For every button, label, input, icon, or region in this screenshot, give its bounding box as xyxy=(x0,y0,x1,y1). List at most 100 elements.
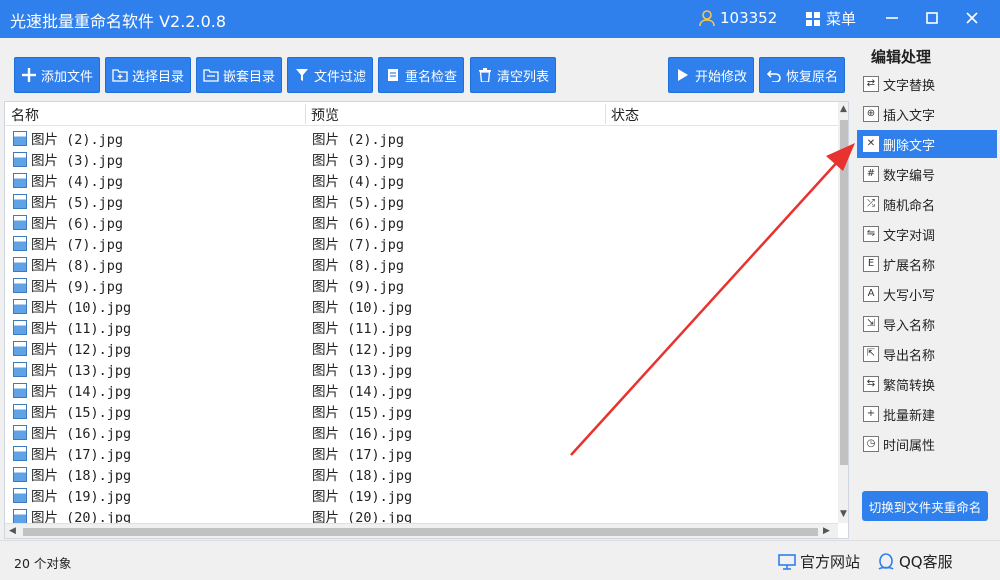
sidebar-item-case[interactable]: A 大写小写 xyxy=(857,280,997,308)
name-cell: 图片 (16).jpg xyxy=(13,422,131,442)
website-label: 官方网站 xyxy=(800,553,861,571)
vertical-scroll-thumb[interactable] xyxy=(840,120,848,465)
table-row[interactable]: 图片 (15).jpg 图片 (15).jpg xyxy=(5,400,838,421)
scroll-right-icon[interactable]: ▶ xyxy=(823,526,830,536)
restore-button[interactable]: 恢复原名 xyxy=(759,57,845,93)
preview-cell: 图片 (16).jpg xyxy=(312,422,412,442)
file-name: 图片 (2).jpg xyxy=(31,132,124,148)
name-cell: 图片 (4).jpg xyxy=(13,170,123,190)
table-row[interactable]: 图片 (5).jpg 图片 (5).jpg xyxy=(5,190,838,211)
image-file-icon xyxy=(13,277,27,293)
table-row[interactable]: 图片 (17).jpg 图片 (17).jpg xyxy=(5,442,838,463)
image-file-icon xyxy=(13,235,27,251)
maximize-icon xyxy=(926,12,938,24)
clear-list-button[interactable]: 清空列表 xyxy=(470,57,556,93)
preview-name: 图片 (11).jpg xyxy=(312,321,413,337)
preview-name: 图片 (5).jpg xyxy=(312,195,405,211)
file-list[interactable]: 名称 预览 状态 图片 (2).jpg 图片 (2).jpg 图片 (3).jpg 图… xyxy=(4,101,849,539)
preview-cell: 图片 (18).jpg xyxy=(312,464,412,484)
table-row[interactable]: 图片 (7).jpg 图片 (7).jpg xyxy=(5,232,838,253)
preview-cell: 图片 (19).jpg xyxy=(312,485,412,505)
table-row[interactable]: 图片 (2).jpg 图片 (2).jpg xyxy=(5,127,838,148)
sidebar-item-import[interactable]: ⇲ 导入名称 xyxy=(857,310,997,338)
add-file-button[interactable]: 添加文件 xyxy=(14,57,100,93)
file-name: 图片 (5).jpg xyxy=(31,195,124,211)
image-file-icon xyxy=(13,445,27,461)
table-row[interactable]: 图片 (12).jpg 图片 (12).jpg xyxy=(5,337,838,358)
user-account[interactable]: 103352 xyxy=(698,9,777,27)
table-row[interactable]: 图片 (4).jpg 图片 (4).jpg xyxy=(5,169,838,190)
filter-icon xyxy=(294,67,310,83)
table-row[interactable]: 图片 (14).jpg 图片 (14).jpg xyxy=(5,379,838,400)
scroll-up-icon[interactable]: ▲ xyxy=(840,104,847,114)
table-row[interactable]: 图片 (3).jpg 图片 (3).jpg xyxy=(5,148,838,169)
preview-name: 图片 (18).jpg xyxy=(312,468,413,484)
table-row[interactable]: 图片 (11).jpg 图片 (11).jpg xyxy=(5,316,838,337)
sidebar-item-delete-text[interactable]: ✕ 删除文字 xyxy=(857,130,997,158)
rename-check-button[interactable]: 重名检查 xyxy=(378,57,464,93)
column-status[interactable]: 状态 xyxy=(611,105,639,125)
name-cell: 图片 (7).jpg xyxy=(13,233,123,253)
new-file-icon: + xyxy=(863,406,879,422)
shuffle-icon: ⤮ xyxy=(863,196,879,212)
name-cell: 图片 (14).jpg xyxy=(13,380,131,400)
maximize-button[interactable] xyxy=(917,4,947,32)
minimize-button[interactable] xyxy=(877,4,907,32)
file-name: 图片 (12).jpg xyxy=(31,342,132,358)
sidebar-item-extension[interactable]: E 扩展名称 xyxy=(857,250,997,278)
table-row[interactable]: 图片 (18).jpg 图片 (18).jpg xyxy=(5,463,838,484)
nested-dir-button[interactable]: 嵌套目录 xyxy=(196,57,282,93)
sidebar-item-new-file[interactable]: + 批量新建 xyxy=(857,400,997,428)
preview-name: 图片 (7).jpg xyxy=(312,237,405,253)
preview-name: 图片 (16).jpg xyxy=(312,426,413,442)
name-cell: 图片 (6).jpg xyxy=(13,212,123,232)
rename-check-label: 重名检查 xyxy=(405,69,458,85)
column-name[interactable]: 名称 xyxy=(11,105,39,125)
sidebar-item-replace[interactable]: ⇄ 文字替换 xyxy=(857,70,997,98)
official-website-link[interactable]: 官方网站 xyxy=(778,551,860,572)
sidebar-item-insert-text[interactable]: ⊕ 插入文字 xyxy=(857,100,997,128)
close-button[interactable] xyxy=(957,4,987,32)
sidebar-item-convert[interactable]: ⇆ 繁简转换 xyxy=(857,370,997,398)
sidebar-item-numbering[interactable]: # 数字编号 xyxy=(857,160,997,188)
menu-button[interactable]: 菜单 xyxy=(806,8,856,29)
sidebar-item-export[interactable]: ⇱ 导出名称 xyxy=(857,340,997,368)
switch-to-folder-button[interactable]: 切换到文件夹重命名 xyxy=(862,491,988,521)
table-row[interactable]: 图片 (9).jpg 图片 (9).jpg xyxy=(5,274,838,295)
table-row[interactable]: 图片 (13).jpg 图片 (13).jpg xyxy=(5,358,838,379)
sidebar-item-label: 文字替换 xyxy=(883,78,936,94)
sidebar-item-label: 导入名称 xyxy=(883,318,936,334)
replace-icon: ⇄ xyxy=(863,76,879,92)
monitor-icon xyxy=(778,553,796,570)
qq-support-link[interactable]: QQ客服 xyxy=(877,551,953,572)
sidebar-item-label: 数字编号 xyxy=(883,168,936,184)
table-row[interactable]: 图片 (6).jpg 图片 (6).jpg xyxy=(5,211,838,232)
numbering-icon: # xyxy=(863,166,879,182)
image-file-icon xyxy=(13,382,27,398)
file-name: 图片 (8).jpg xyxy=(31,258,124,274)
extension-icon: E xyxy=(863,256,879,272)
sidebar-item-swap[interactable]: ⇋ 文字对调 xyxy=(857,220,997,248)
horizontal-scrollbar[interactable]: ◀ ▶ xyxy=(5,523,838,538)
table-row[interactable]: 图片 (16).jpg 图片 (16).jpg xyxy=(5,421,838,442)
start-button[interactable]: 开始修改 xyxy=(668,57,754,93)
sidebar-item-clock[interactable]: ◷ 时间属性 xyxy=(857,430,997,458)
sidebar-item-shuffle[interactable]: ⤮ 随机命名 xyxy=(857,190,997,218)
start-label: 开始修改 xyxy=(695,69,748,85)
select-dir-button[interactable]: 选择目录 xyxy=(105,57,191,93)
scroll-left-icon[interactable]: ◀ xyxy=(9,526,16,536)
table-row[interactable]: 图片 (19).jpg 图片 (19).jpg xyxy=(5,484,838,505)
table-row[interactable]: 图片 (10).jpg 图片 (10).jpg xyxy=(5,295,838,316)
column-preview[interactable]: 预览 xyxy=(311,105,339,125)
column-divider[interactable] xyxy=(605,104,606,124)
sidebar-title: 编辑处理 xyxy=(871,48,932,66)
table-row[interactable]: 图片 (8).jpg 图片 (8).jpg xyxy=(5,253,838,274)
horizontal-scroll-thumb[interactable] xyxy=(23,528,818,536)
sidebar-item-label: 繁简转换 xyxy=(883,378,936,394)
undo-icon xyxy=(766,67,782,83)
column-divider[interactable] xyxy=(305,104,306,124)
filter-button[interactable]: 文件过滤 xyxy=(287,57,373,93)
vertical-scrollbar[interactable]: ▲ ▼ xyxy=(838,102,848,523)
sidebar-item-label: 扩展名称 xyxy=(883,258,936,274)
scroll-down-icon[interactable]: ▼ xyxy=(840,509,847,519)
